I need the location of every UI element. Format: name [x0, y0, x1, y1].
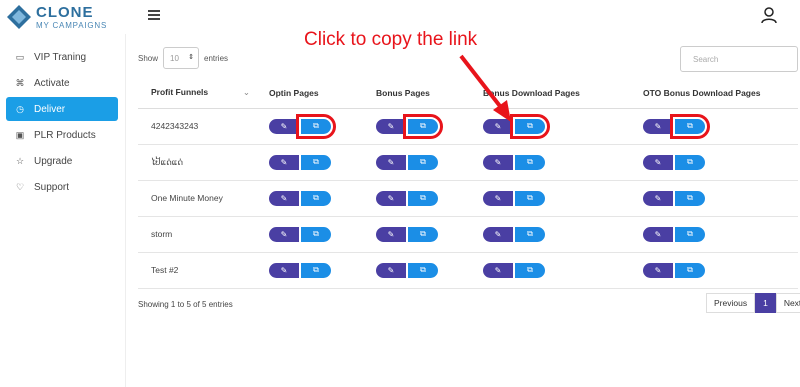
edit-icon[interactable]: ✎: [483, 190, 513, 206]
edit-icon[interactable]: ✎: [643, 226, 673, 242]
copy-icon[interactable]: ⧉: [301, 154, 331, 170]
entries-select[interactable]: 10 ⇕: [163, 47, 200, 69]
copy-icon[interactable]: ⧉: [408, 154, 438, 170]
edit-icon[interactable]: ✎: [269, 226, 299, 242]
sidebar-item-label: VIP Traning: [34, 51, 87, 63]
brand-subtitle: MY CAMPAIGNS: [36, 21, 108, 30]
table-row: ໄປ້ແດ່ແດ່ ✎ ⧉ ✎ ⧉ ✎ ⧉ ✎ ⧉: [138, 144, 798, 181]
brand-name: CLONE: [36, 4, 94, 21]
edit-icon[interactable]: ✎: [376, 118, 406, 134]
entries-control: Show 10 ⇕ entries: [138, 47, 228, 69]
table-row: One Minute Money ✎ ⧉ ✎ ⧉ ✎ ⧉ ✎ ⧉: [138, 180, 798, 217]
annotation-callout: Click to copy the link: [304, 29, 478, 50]
annotation-arrow-icon: [459, 54, 511, 122]
brand-logo[interactable]: CLONE MY CAMPAIGNS: [6, 2, 126, 32]
edit-icon[interactable]: ✎: [483, 154, 513, 170]
sidebar: ▭ VIP Traning ⌘ Activate ◷ Deliver ▣ PLR…: [0, 34, 126, 387]
sidebar-item-activate[interactable]: ⌘ Activate: [6, 71, 118, 95]
copy-icon[interactable]: ⧉: [515, 154, 545, 170]
entries-value: 10: [170, 53, 179, 63]
edit-icon[interactable]: ✎: [643, 262, 673, 278]
box-icon: ▣: [15, 129, 25, 140]
user-icon[interactable]: [760, 6, 778, 24]
funnel-name: ໄປ້ແດ່ແດ່: [138, 144, 256, 181]
copy-icon[interactable]: ⧉: [675, 226, 705, 242]
funnel-name: One Minute Money: [138, 180, 256, 217]
edit-icon[interactable]: ✎: [269, 154, 299, 170]
clock-icon: ◷: [16, 103, 24, 114]
select-arrows-icon: ⇕: [188, 54, 195, 61]
heart-icon: ♡: [15, 181, 25, 192]
copy-icon[interactable]: ⧉: [675, 262, 705, 278]
copy-icon[interactable]: ⧉: [515, 190, 545, 206]
sidebar-item-deliver[interactable]: ◷ Deliver: [6, 97, 118, 121]
copy-icon[interactable]: ⧉: [515, 226, 545, 242]
copy-icon[interactable]: ⧉: [408, 190, 438, 206]
menu-toggle-icon[interactable]: [148, 10, 160, 20]
column-header[interactable]: Optin Pages: [256, 78, 363, 109]
video-icon: ▭: [15, 51, 25, 62]
show-label: Show: [138, 53, 159, 63]
copy-icon[interactable]: ⧉: [510, 113, 550, 139]
table-info: Showing 1 to 5 of 5 entries: [138, 300, 233, 309]
logo-mark-icon: [7, 5, 31, 29]
funnel-name: Test #2: [138, 252, 256, 289]
copy-icon[interactable]: ⧉: [675, 190, 705, 206]
page-1-button[interactable]: 1: [755, 293, 776, 313]
copy-icon[interactable]: ⧉: [301, 190, 331, 206]
edit-icon[interactable]: ✎: [643, 118, 673, 134]
copy-icon[interactable]: ⧉: [670, 113, 710, 139]
pagination: Previous 1 Next: [706, 293, 800, 313]
sort-icon[interactable]: ⌄: [243, 87, 250, 98]
edit-icon[interactable]: ✎: [483, 262, 513, 278]
star-icon: ☆: [15, 155, 25, 166]
search-input[interactable]: Search: [680, 46, 798, 72]
copy-icon[interactable]: ⧉: [301, 262, 331, 278]
column-header[interactable]: Bonus Pages: [363, 78, 470, 109]
entries-label: entries: [204, 53, 229, 63]
next-button[interactable]: Next: [775, 293, 800, 313]
copy-icon[interactable]: ⧉: [408, 226, 438, 242]
copy-icon[interactable]: ⧉: [296, 113, 336, 139]
edit-icon[interactable]: ✎: [483, 226, 513, 242]
copy-icon[interactable]: ⧉: [408, 262, 438, 278]
edit-icon[interactable]: ✎: [376, 262, 406, 278]
column-header[interactable]: OTO Bonus Download Pages: [630, 78, 798, 109]
funnel-name: 4242343243: [138, 108, 256, 145]
edit-icon[interactable]: ✎: [643, 154, 673, 170]
sidebar-item-label: PLR Products: [34, 129, 96, 141]
sidebar-item-plr-products[interactable]: ▣ PLR Products: [6, 123, 118, 147]
sidebar-item-label: Support: [34, 181, 70, 193]
edit-icon[interactable]: ✎: [376, 154, 406, 170]
sidebar-item-support[interactable]: ♡ Support: [6, 175, 118, 199]
sidebar-item-vip-training[interactable]: ▭ VIP Traning: [6, 45, 118, 69]
copy-icon[interactable]: ⧉: [675, 154, 705, 170]
sidebar-item-label: Deliver: [34, 103, 66, 115]
copy-icon[interactable]: ⧉: [403, 113, 443, 139]
edit-icon[interactable]: ✎: [376, 226, 406, 242]
edit-icon[interactable]: ✎: [269, 190, 299, 206]
edit-icon[interactable]: ✎: [376, 190, 406, 206]
command-icon: ⌘: [15, 77, 25, 88]
previous-button[interactable]: Previous: [706, 293, 756, 313]
table-row: Test #2 ✎ ⧉ ✎ ⧉ ✎ ⧉ ✎ ⧉: [138, 252, 798, 289]
column-header[interactable]: Profit Funnels ⌄: [138, 78, 256, 109]
edit-icon[interactable]: ✎: [643, 190, 673, 206]
sidebar-item-label: Upgrade: [34, 155, 73, 167]
copy-icon[interactable]: ⧉: [515, 262, 545, 278]
funnel-name: storm: [138, 216, 256, 253]
edit-icon[interactable]: ✎: [269, 118, 299, 134]
search-placeholder: Search: [693, 54, 719, 64]
copy-icon[interactable]: ⧉: [301, 226, 331, 242]
sidebar-item-upgrade[interactable]: ☆ Upgrade: [6, 149, 118, 173]
edit-icon[interactable]: ✎: [269, 262, 299, 278]
sidebar-item-label: Activate: [34, 77, 70, 89]
table-row: storm ✎ ⧉ ✎ ⧉ ✎ ⧉ ✎ ⧉: [138, 216, 798, 253]
